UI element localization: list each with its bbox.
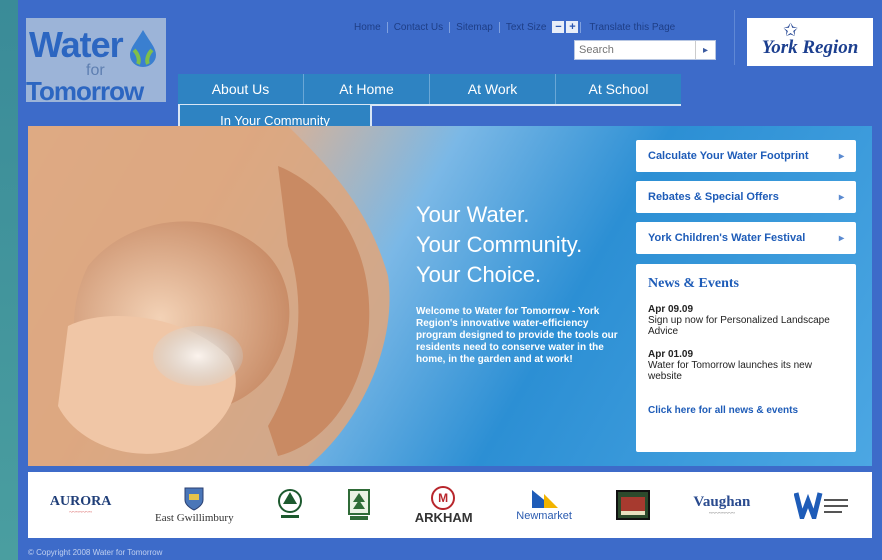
tagline-line-2: Your Community.	[416, 232, 583, 257]
tagline-line-3: Your Choice.	[416, 262, 542, 287]
newmarket-sail-icon	[532, 490, 559, 508]
newmarket-logo-text: Newmarket	[516, 510, 572, 522]
footer-copyright: © Copyright 2008 Water for Tomorrow	[28, 548, 163, 557]
chevron-right-icon: ▸	[838, 232, 844, 244]
king-township-logo[interactable]	[347, 488, 371, 522]
search-input[interactable]	[575, 41, 695, 59]
york-region-logo[interactable]: ✩ York Region	[747, 18, 873, 66]
aurora-logo[interactable]: AURORA ~~~~~~~	[50, 494, 111, 516]
translate-page-link[interactable]: Translate this Page	[580, 21, 683, 33]
framed-emblem-icon	[615, 490, 650, 520]
sitemap-link[interactable]: Sitemap	[450, 21, 500, 33]
childrens-water-festival-button[interactable]: York Children's Water Festival ▸	[636, 222, 856, 254]
news-date: Apr 09.09	[648, 304, 694, 315]
contact-us-link[interactable]: Contact Us	[388, 21, 451, 33]
water-for-tomorrow-logo[interactable]: Water for Tomorrow	[26, 18, 166, 106]
button-label: Rebates & Special Offers	[648, 191, 779, 203]
text-size-label: Text Size	[505, 21, 547, 33]
logo-word-tomorrow: Tomorrow	[26, 76, 144, 106]
text-size-decrease-button[interactable]: −	[552, 21, 565, 33]
w-emblem-icon	[794, 492, 849, 519]
button-label: York Children's Water Festival	[648, 232, 806, 244]
news-item-text[interactable]: Water for Tomorrow launches its new webs…	[648, 360, 844, 382]
markham-logo-text: ARKHAM	[414, 509, 473, 525]
markham-m-icon: M	[431, 485, 456, 510]
nav-at-home[interactable]: At Home	[304, 74, 430, 104]
vaughan-logo[interactable]: Vaughan ~~~~~~~~	[693, 494, 750, 517]
header-divider	[734, 10, 735, 65]
water-drop-icon	[130, 30, 156, 67]
york-region-text: York Region	[761, 37, 859, 58]
hero-banner: Your Water. Your Community. Your Choice.…	[28, 126, 872, 466]
tree-crest-icon	[278, 489, 303, 518]
nav-about-us[interactable]: About Us	[178, 74, 304, 104]
hands-image	[28, 126, 390, 466]
calculate-water-footprint-button[interactable]: Calculate Your Water Footprint ▸	[636, 140, 856, 172]
vaughan-tagline-mark: ~~~~~~~~	[708, 510, 735, 517]
east-gwillimbury-text: East Gwillimbury	[155, 512, 234, 524]
logo-word-water: Water	[29, 24, 124, 65]
nav-at-work[interactable]: At Work	[430, 74, 556, 104]
all-news-link[interactable]: Click here for all news & events	[648, 405, 798, 416]
home-link[interactable]: Home	[348, 21, 388, 33]
main-navigation: About Us At Home At Work At School	[178, 74, 681, 106]
news-events-panel: News & Events Apr 09.09 Sign up now for …	[636, 264, 856, 452]
text-size-increase-button[interactable]: +	[566, 21, 579, 33]
hero-tagline: Your Water. Your Community. Your Choice.	[416, 200, 582, 290]
crest-icon	[184, 487, 204, 511]
news-item-text[interactable]: Sign up now for Personalized Landscape A…	[648, 315, 844, 337]
chevron-right-icon: ▸	[838, 150, 844, 162]
hero-intro-text: Welcome to Water for Tomorrow - York Reg…	[416, 306, 618, 365]
button-label: Calculate Your Water Footprint	[648, 150, 809, 162]
york-star-icon: ✩	[783, 20, 799, 40]
page: Water for Tomorrow Home Contact Us Sitem…	[18, 0, 882, 560]
news-date: Apr 01.09	[648, 349, 694, 360]
aurora-logo-text: AURORA	[49, 494, 112, 509]
news-title: News & Events	[648, 276, 739, 291]
chevron-right-icon: ▸	[838, 191, 844, 203]
east-gwillimbury-logo[interactable]: East Gwillimbury	[155, 486, 234, 524]
newmarket-logo[interactable]: Newmarket	[516, 488, 572, 522]
rebates-special-offers-button[interactable]: Rebates & Special Offers ▸	[636, 181, 856, 213]
tagline-line-1: Your Water.	[416, 202, 530, 227]
aurora-tagline-mark: ~~~~~~~	[69, 510, 92, 516]
nav-at-school[interactable]: At School	[556, 74, 681, 104]
utility-bar: Home Contact Us Sitemap Text Size − + Tr…	[348, 21, 683, 33]
georgina-logo[interactable]	[277, 488, 303, 522]
richmond-hill-logo[interactable]	[615, 490, 650, 520]
vaughan-logo-text: Vaughan	[693, 493, 751, 510]
whitchurch-stouffville-logo[interactable]	[794, 491, 850, 519]
shield-crest-icon	[348, 489, 371, 520]
partner-municipalities-bar: AURORA ~~~~~~~ East Gwillimbury M ARKHAM…	[28, 472, 872, 538]
page-background-left	[0, 0, 18, 560]
search-go-button[interactable]: ▸	[695, 41, 715, 59]
search-box: ▸	[574, 40, 716, 60]
markham-logo[interactable]: M ARKHAM	[414, 485, 473, 525]
